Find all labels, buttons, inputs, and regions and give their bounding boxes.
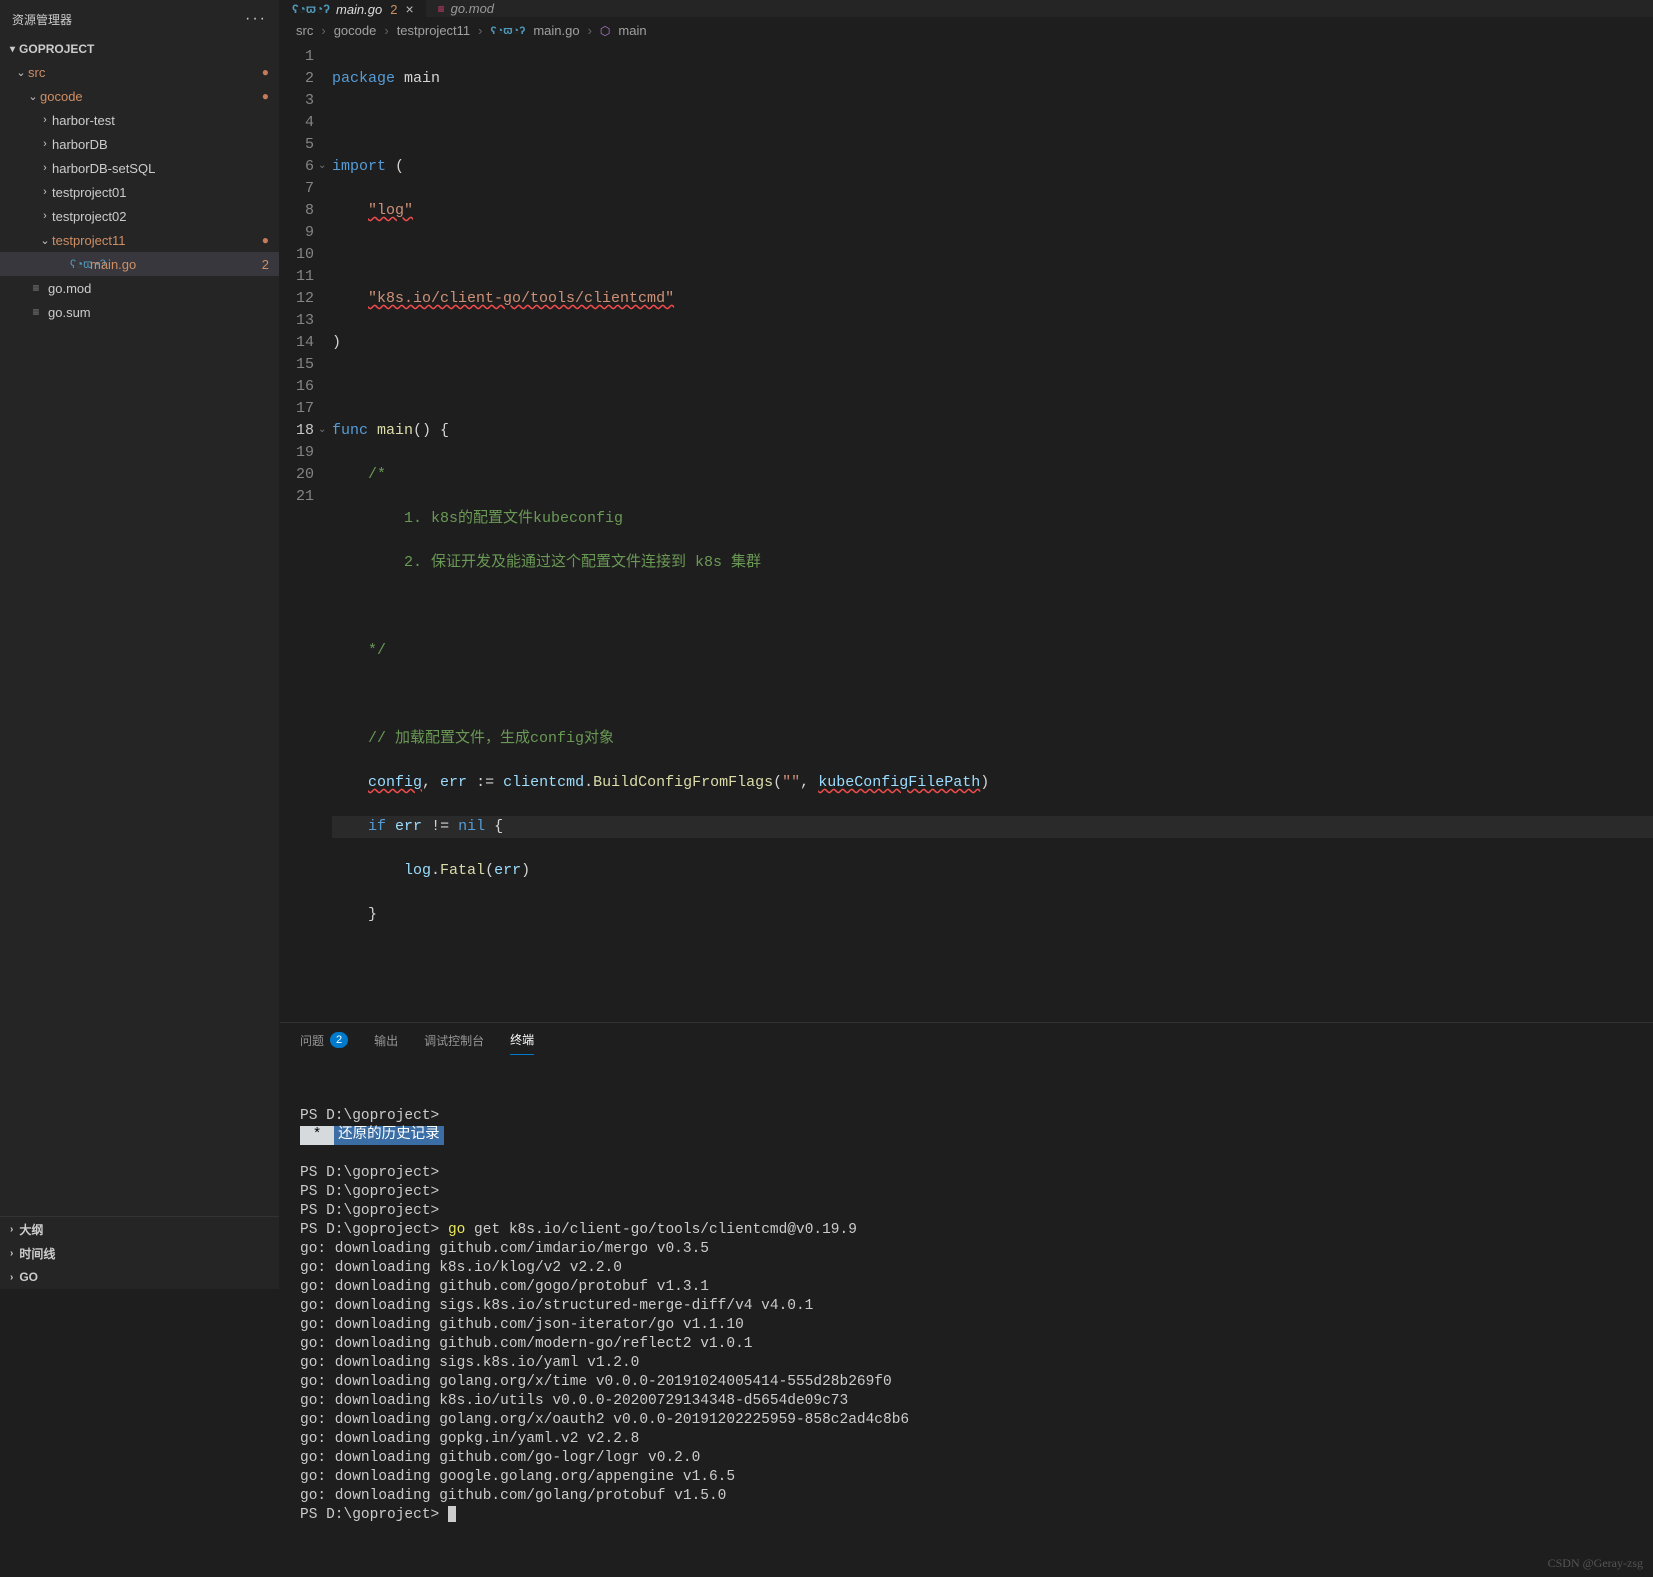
panel-tabs: 问题 2 输出 调试控制台 终端 — [280, 1023, 1653, 1055]
tree-item-label: harborDB — [52, 137, 279, 152]
tree-item-go-sum[interactable]: ≡ go.sum — [0, 300, 279, 324]
tree-item-label: testproject11 — [52, 233, 262, 248]
chevron-right-icon: › — [10, 1224, 13, 1235]
tree-item-src[interactable]: ⌄src● — [0, 60, 279, 84]
tree-item-label: harborDB-setSQL — [52, 161, 279, 176]
close-icon[interactable]: × — [405, 1, 413, 17]
mod-file-icon: ≡ — [438, 2, 445, 16]
tree-item-label: testproject01 — [52, 185, 279, 200]
tab-debug[interactable]: 调试控制台 — [424, 1031, 484, 1055]
breadcrumb: src › gocode › testproject11 › ʕ◔ϖ◔ʔ main.go › ⬡ m… — [280, 17, 1653, 44]
more-icon[interactable]: ··· — [245, 10, 267, 28]
error-count: 2 — [262, 257, 269, 272]
tab-label: main.go — [336, 2, 382, 17]
tree-item-gocode[interactable]: ⌄gocode● — [0, 84, 279, 108]
tab-bar: ʕ◔ϖ◔ʔ main.go 2 × ≡ go.mod — [280, 0, 1653, 17]
sidebar-section-时间线[interactable]: ›时间线 — [0, 1241, 279, 1265]
chevron-icon: › — [38, 186, 52, 198]
chevron-icon: › — [38, 162, 52, 174]
tab-go-mod[interactable]: ≡ go.mod — [426, 0, 514, 17]
cursor — [448, 1506, 456, 1522]
terminal[interactable]: PS D:\goproject> * 还原的历史记录 PS D:\goproje… — [280, 1055, 1653, 1577]
chevron-icon: ⌄ — [14, 66, 28, 79]
editor[interactable]: 123456789101112131415161718192021 packag… — [280, 44, 1653, 1022]
modified-dot-icon: ● — [262, 89, 269, 103]
crumb-testproject11[interactable]: testproject11 — [397, 23, 470, 38]
crumb-main.go[interactable]: main.go — [533, 23, 579, 38]
tree-item-label: gocode — [40, 89, 262, 104]
bottom-panel: 问题 2 输出 调试控制台 终端 PS D:\goproject> * 还原的历… — [280, 1022, 1653, 1577]
chevron-right-icon: › — [588, 23, 592, 38]
fold-icon[interactable]: ⌄ — [318, 156, 326, 178]
chevron-right-icon: › — [384, 23, 388, 38]
tree-item-label: main.go — [90, 257, 262, 272]
chevron-icon: › — [38, 138, 52, 150]
tab-main-go[interactable]: ʕ◔ϖ◔ʔ main.go 2 × — [280, 0, 426, 17]
tree-item-harbor-test[interactable]: ›harbor-test — [0, 108, 279, 132]
tree-item-label: harbor-test — [52, 113, 279, 128]
tree-item-label: go.sum — [48, 305, 279, 320]
watermark: CSDN @Geray-zsg — [1548, 1554, 1643, 1573]
chevron-right-icon: › — [478, 23, 482, 38]
go-file-icon: ʕ◔ϖ◔ʔ — [491, 25, 526, 37]
text-file-icon: ≡ — [28, 305, 44, 319]
main: ʕ◔ϖ◔ʔ main.go 2 × ≡ go.mod src › gocode › testpro… — [280, 0, 1653, 1289]
sidebar: 资源管理器 ··· ▾ GOPROJECT ⌄src●⌄gocode●›harb… — [0, 0, 280, 1289]
gutter: 123456789101112131415161718192021 — [280, 46, 332, 1014]
explorer-title: 资源管理器 — [12, 11, 72, 28]
chevron-icon: › — [38, 210, 52, 222]
chevron-right-icon: › — [321, 23, 325, 38]
tree-item-go-mod[interactable]: ≡ go.mod — [0, 276, 279, 300]
problems-count: 2 — [330, 1032, 348, 1048]
sidebar-bottom: ›大纲›时间线›GO — [0, 1216, 279, 1289]
tab-label: go.mod — [451, 1, 494, 16]
tree-item-label: testproject02 — [52, 209, 279, 224]
crumb-main[interactable]: main — [618, 23, 646, 38]
crumb-src[interactable]: src — [296, 23, 313, 38]
project-section[interactable]: ▾ GOPROJECT — [0, 38, 279, 60]
modified-dot-icon: ● — [262, 65, 269, 79]
chevron-down-icon: ▾ — [10, 44, 15, 55]
text-file-icon: ≡ — [28, 281, 44, 295]
tree-item-testproject11[interactable]: ⌄testproject11● — [0, 228, 279, 252]
tab-badge: 2 — [390, 2, 397, 17]
file-tree: ⌄src●⌄gocode●›harbor-test›harborDB›harbo… — [0, 60, 279, 1216]
chevron-icon: › — [38, 114, 52, 126]
sidebar-header: 资源管理器 ··· — [0, 0, 279, 38]
tree-item-testproject02[interactable]: ›testproject02 — [0, 204, 279, 228]
go-file-icon: ʕ◔ϖ◔ʔ — [292, 2, 330, 16]
tree-item-label: src — [28, 65, 262, 80]
modified-dot-icon: ● — [262, 233, 269, 247]
go-file-icon: ʕ◔ϖ◔ʔ — [70, 257, 86, 271]
crumb-gocode[interactable]: gocode — [334, 23, 377, 38]
tab-terminal[interactable]: 终端 — [510, 1031, 534, 1055]
tab-problems[interactable]: 问题 2 — [300, 1031, 348, 1055]
tree-item-harborDB[interactable]: ›harborDB — [0, 132, 279, 156]
chevron-icon: ⌄ — [26, 90, 40, 103]
chevron-right-icon: › — [10, 1248, 13, 1259]
symbol-icon: ⬡ — [600, 24, 610, 38]
chevron-right-icon: › — [10, 1272, 13, 1283]
sidebar-section-GO[interactable]: ›GO — [0, 1265, 279, 1289]
tab-output[interactable]: 输出 — [374, 1031, 398, 1055]
chevron-icon: ⌄ — [38, 234, 52, 247]
code-area[interactable]: package main ⌄import ( "log" "k8s.io/cli… — [332, 46, 1653, 1014]
project-name: GOPROJECT — [19, 42, 94, 56]
tree-item-testproject01[interactable]: ›testproject01 — [0, 180, 279, 204]
sidebar-section-大纲[interactable]: ›大纲 — [0, 1217, 279, 1241]
tree-item-main-go[interactable]: ʕ◔ϖ◔ʔ main.go2 — [0, 252, 279, 276]
fold-icon[interactable]: ⌄ — [318, 420, 326, 442]
tree-item-harborDB-setSQL[interactable]: ›harborDB-setSQL — [0, 156, 279, 180]
tree-item-label: go.mod — [48, 281, 279, 296]
